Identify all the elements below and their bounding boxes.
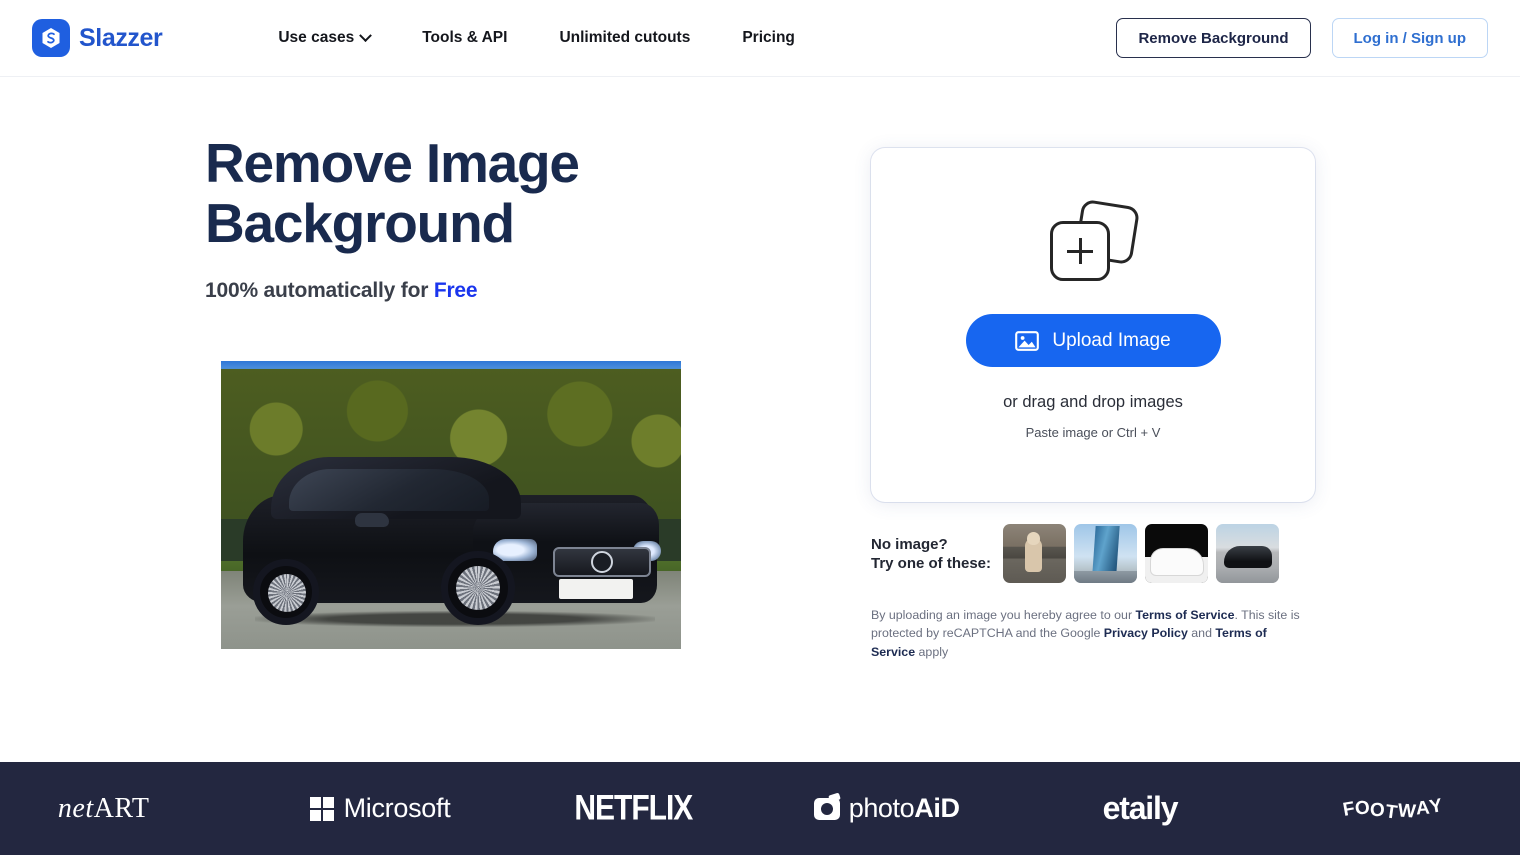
camera-icon <box>813 797 840 820</box>
footway-logo: F O O T W A Y <box>1267 794 1520 824</box>
chevron-down-icon <box>359 28 373 42</box>
page-title-line-2: Background <box>205 192 515 254</box>
page-title: Remove Image Background <box>205 133 845 253</box>
netflix-logo-text: NETFLIX <box>574 788 693 828</box>
microsoft-squares-icon <box>309 796 334 821</box>
microsoft-logo-text: Microsoft <box>343 793 451 823</box>
legal-disclaimer: By uploading an image you hereby agree t… <box>871 606 1307 661</box>
sample-white-suv[interactable] <box>1145 524 1208 583</box>
stacked-images-plus-icon <box>1050 198 1141 283</box>
nav-item-pricing[interactable]: Pricing <box>724 21 813 55</box>
sample-images-section: No image? Try one of these: <box>871 524 1315 583</box>
footway-logo-text: F O O T W A Y <box>1341 794 1445 824</box>
login-signup-button[interactable]: Log in / Sign up <box>1331 18 1488 58</box>
nav-item-tools-api[interactable]: Tools & API <box>404 21 525 55</box>
etaily-logo-text: etaily <box>1102 790 1179 826</box>
car-glass <box>289 469 489 511</box>
photoaid-logo-text-light: photo <box>848 793 915 823</box>
page-root: Slazzer Use cases Tools & API Unlimited … <box>0 0 1520 855</box>
privacy-policy-link[interactable]: Privacy Policy <box>1104 626 1188 640</box>
brand-name: Slazzer <box>79 23 163 52</box>
stack-front-square <box>1050 221 1110 281</box>
partner-logos-footer: netART Microsoft NETFLIX photoAiD etaily… <box>0 762 1520 855</box>
microsoft-logo: Microsoft <box>253 793 506 824</box>
car-license-plate <box>559 579 633 599</box>
nav-item-label: Pricing <box>742 29 795 46</box>
image-icon <box>1015 330 1040 351</box>
sample-thumbnail-list <box>1003 524 1279 583</box>
upload-dropzone-card[interactable]: Upload Image or drag and drop images Pas… <box>871 148 1315 502</box>
page-subtitle: 100% automatically for Free <box>205 279 845 303</box>
netart-logo-text-italic: net <box>57 792 94 824</box>
netflix-logo: NETFLIX <box>507 788 760 827</box>
remove-background-button[interactable]: Remove Background <box>1116 18 1311 58</box>
site-header: Slazzer Use cases Tools & API Unlimited … <box>0 0 1520 77</box>
car-mirror <box>355 513 389 527</box>
etaily-logo: etaily <box>1013 790 1266 827</box>
main-nav: Use cases Tools & API Unlimited cutouts … <box>260 21 813 55</box>
sample-images-label-line-1: No image? <box>871 535 948 553</box>
legal-text-part-3: and <box>1187 626 1216 641</box>
hero-car-photo <box>221 361 681 649</box>
legal-text-part-4: apply <box>915 644 949 659</box>
photo-car <box>235 451 665 627</box>
drag-drop-hint: or drag and drop images <box>1003 393 1183 411</box>
car-wheel-front <box>441 551 515 625</box>
nav-item-label: Tools & API <box>422 29 508 46</box>
page-subtitle-prefix: 100% automatically for <box>205 279 434 302</box>
slazzer-logo-icon <box>32 19 70 57</box>
sample-images-label: No image? Try one of these: <box>871 535 1003 573</box>
header-actions: Remove Background Log in / Sign up <box>1116 18 1488 58</box>
upload-image-button-label: Upload Image <box>1052 329 1171 351</box>
sample-dog[interactable] <box>1003 524 1066 583</box>
nav-item-use-cases[interactable]: Use cases <box>260 21 388 55</box>
photoaid-logo: photoAiD <box>760 793 1013 824</box>
netart-logo: netART <box>0 793 253 825</box>
photoaid-logo-text-bold: AiD <box>914 793 960 823</box>
sample-black-car[interactable] <box>1216 524 1279 583</box>
sample-skyscraper[interactable] <box>1074 524 1137 583</box>
legal-text-part-1: By uploading an image you hereby agree t… <box>871 608 1136 622</box>
partner-logo-strip: netART Microsoft NETFLIX photoAiD etaily… <box>0 788 1520 827</box>
page-title-line-1: Remove Image <box>205 132 580 194</box>
hero-text-block: Remove Image Background 100% automatical… <box>205 133 845 303</box>
nav-item-label: Use cases <box>278 29 355 46</box>
brand-logo[interactable]: Slazzer <box>32 19 163 57</box>
paste-hint: Paste image or Ctrl + V <box>1025 425 1161 440</box>
sample-images-label-line-2: Try one of these: <box>871 554 992 572</box>
nav-item-unlimited-cutouts[interactable]: Unlimited cutouts <box>541 21 708 55</box>
netart-logo-text-rest: ART <box>93 792 150 824</box>
page-subtitle-highlight: Free <box>433 279 478 302</box>
car-wheel-rear <box>253 559 319 625</box>
car-emblem-icon <box>591 551 613 573</box>
nav-item-label: Unlimited cutouts <box>559 29 691 46</box>
terms-of-service-link-1[interactable]: Terms of Service <box>1136 608 1235 622</box>
upload-image-button[interactable]: Upload Image <box>965 314 1221 367</box>
plus-icon-vertical <box>1078 238 1082 264</box>
